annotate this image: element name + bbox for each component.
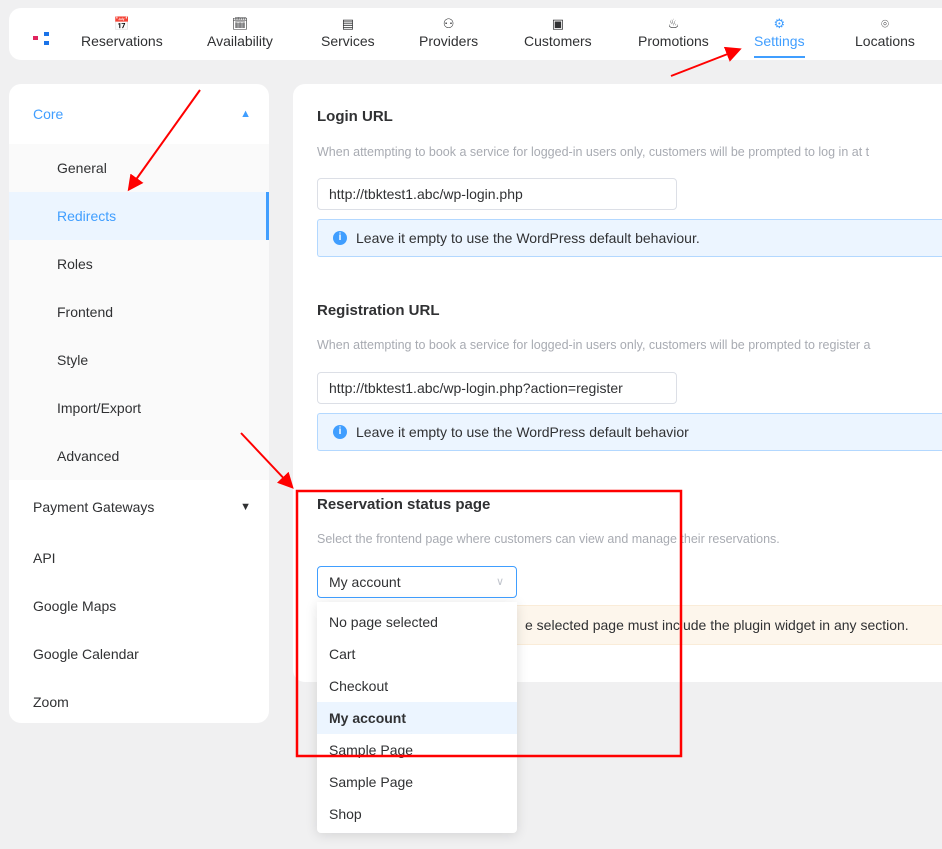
login-url-title: Login URL xyxy=(317,108,393,125)
login-url-info: i Leave it empty to use the WordPress def… xyxy=(317,219,942,257)
nav-providers[interactable]: ⚇ Providers xyxy=(419,15,478,49)
registration-url-title: Registration URL xyxy=(317,302,440,319)
nav-locations[interactable]: ⌾ Locations xyxy=(855,15,915,49)
status-page-title: Reservation status page xyxy=(317,496,491,513)
chevron-down-icon: ∨ xyxy=(495,576,504,588)
dropdown-option[interactable]: Sample Page xyxy=(317,766,517,798)
sidebar-item-roles[interactable]: Roles xyxy=(9,240,269,288)
nav-customers[interactable]: ▣ Customers xyxy=(524,15,592,49)
nav-promotions[interactable]: ♨ Promotions xyxy=(638,15,709,49)
nav-availability[interactable]: 🗓 Availability xyxy=(207,15,273,49)
chevron-up-icon: ▲ xyxy=(240,108,251,120)
sidebar-item-style[interactable]: Style xyxy=(9,336,269,384)
nav-reservations[interactable]: 📅 Reservations xyxy=(81,15,163,49)
sidebar-core[interactable]: Core ▲ xyxy=(9,84,269,144)
sidebar-item-google-maps[interactable]: Google Maps xyxy=(9,582,269,630)
registration-url-input[interactable]: http://tbktest1.abc/wp-login.php?action=… xyxy=(317,372,677,404)
contact-card-icon: ▣ xyxy=(551,16,564,31)
status-page-dropdown: No page selected Cart Checkout My accoun… xyxy=(317,602,517,833)
login-url-desc: When attempting to book a service for lo… xyxy=(317,145,870,159)
settings-sidebar: Core ▲ General Redirects Roles Frontend S… xyxy=(9,84,269,723)
chevron-down-icon: ▼ xyxy=(240,501,251,513)
map-pin-icon: ⌾ xyxy=(881,16,889,31)
status-page-desc: Select the frontend page where customers… xyxy=(317,532,780,546)
document-icon: ▤ xyxy=(341,16,354,31)
dropdown-option-selected[interactable]: My account xyxy=(317,702,517,734)
dropdown-option[interactable]: No page selected xyxy=(317,606,517,638)
redirects-panel: Login URL When attempting to book a serv… xyxy=(293,84,942,682)
sidebar-item-frontend[interactable]: Frontend xyxy=(9,288,269,336)
dropdown-option[interactable]: Checkout xyxy=(317,670,517,702)
calendar-icon: 🗓 xyxy=(231,16,249,31)
login-url-input[interactable]: http://tbktest1.abc/wp-login.php xyxy=(317,178,677,210)
dropdown-option[interactable]: Sample Page xyxy=(317,734,517,766)
top-nav: 📅 Reservations 🗓 Availability ▤ Services ⚇ P… xyxy=(9,8,942,60)
users-icon: ⚇ xyxy=(442,16,455,31)
dropdown-option[interactable]: Shop xyxy=(317,798,517,830)
dropdown-option[interactable]: Cart xyxy=(317,638,517,670)
registration-url-desc: When attempting to book a service for lo… xyxy=(317,338,871,352)
sidebar-item-api[interactable]: API xyxy=(9,534,269,582)
nav-services[interactable]: ▤ Services xyxy=(321,15,375,49)
info-icon: i xyxy=(333,231,347,245)
sidebar-item-general[interactable]: General xyxy=(9,144,269,192)
flame-icon: ♨ xyxy=(667,16,680,31)
logo xyxy=(33,32,49,45)
gear-icon: ⚙ xyxy=(773,16,786,31)
info-icon: i xyxy=(333,425,347,439)
sidebar-item-import-export[interactable]: Import/Export xyxy=(9,384,269,432)
nav-settings[interactable]: ⚙ Settings xyxy=(754,15,805,58)
calendar-ev-icon: 📅 xyxy=(113,16,130,31)
status-page-select[interactable]: My account ∨ xyxy=(317,566,517,598)
registration-url-info: i Leave it empty to use the WordPress def… xyxy=(317,413,942,451)
sidebar-item-google-calendar[interactable]: Google Calendar xyxy=(9,630,269,678)
sidebar-item-zoom[interactable]: Zoom xyxy=(9,678,269,726)
sidebar-item-advanced[interactable]: Advanced xyxy=(9,432,269,480)
sidebar-payment-gateways[interactable]: Payment Gateways ▼ xyxy=(9,480,269,534)
sidebar-item-redirects[interactable]: Redirects xyxy=(9,192,269,240)
